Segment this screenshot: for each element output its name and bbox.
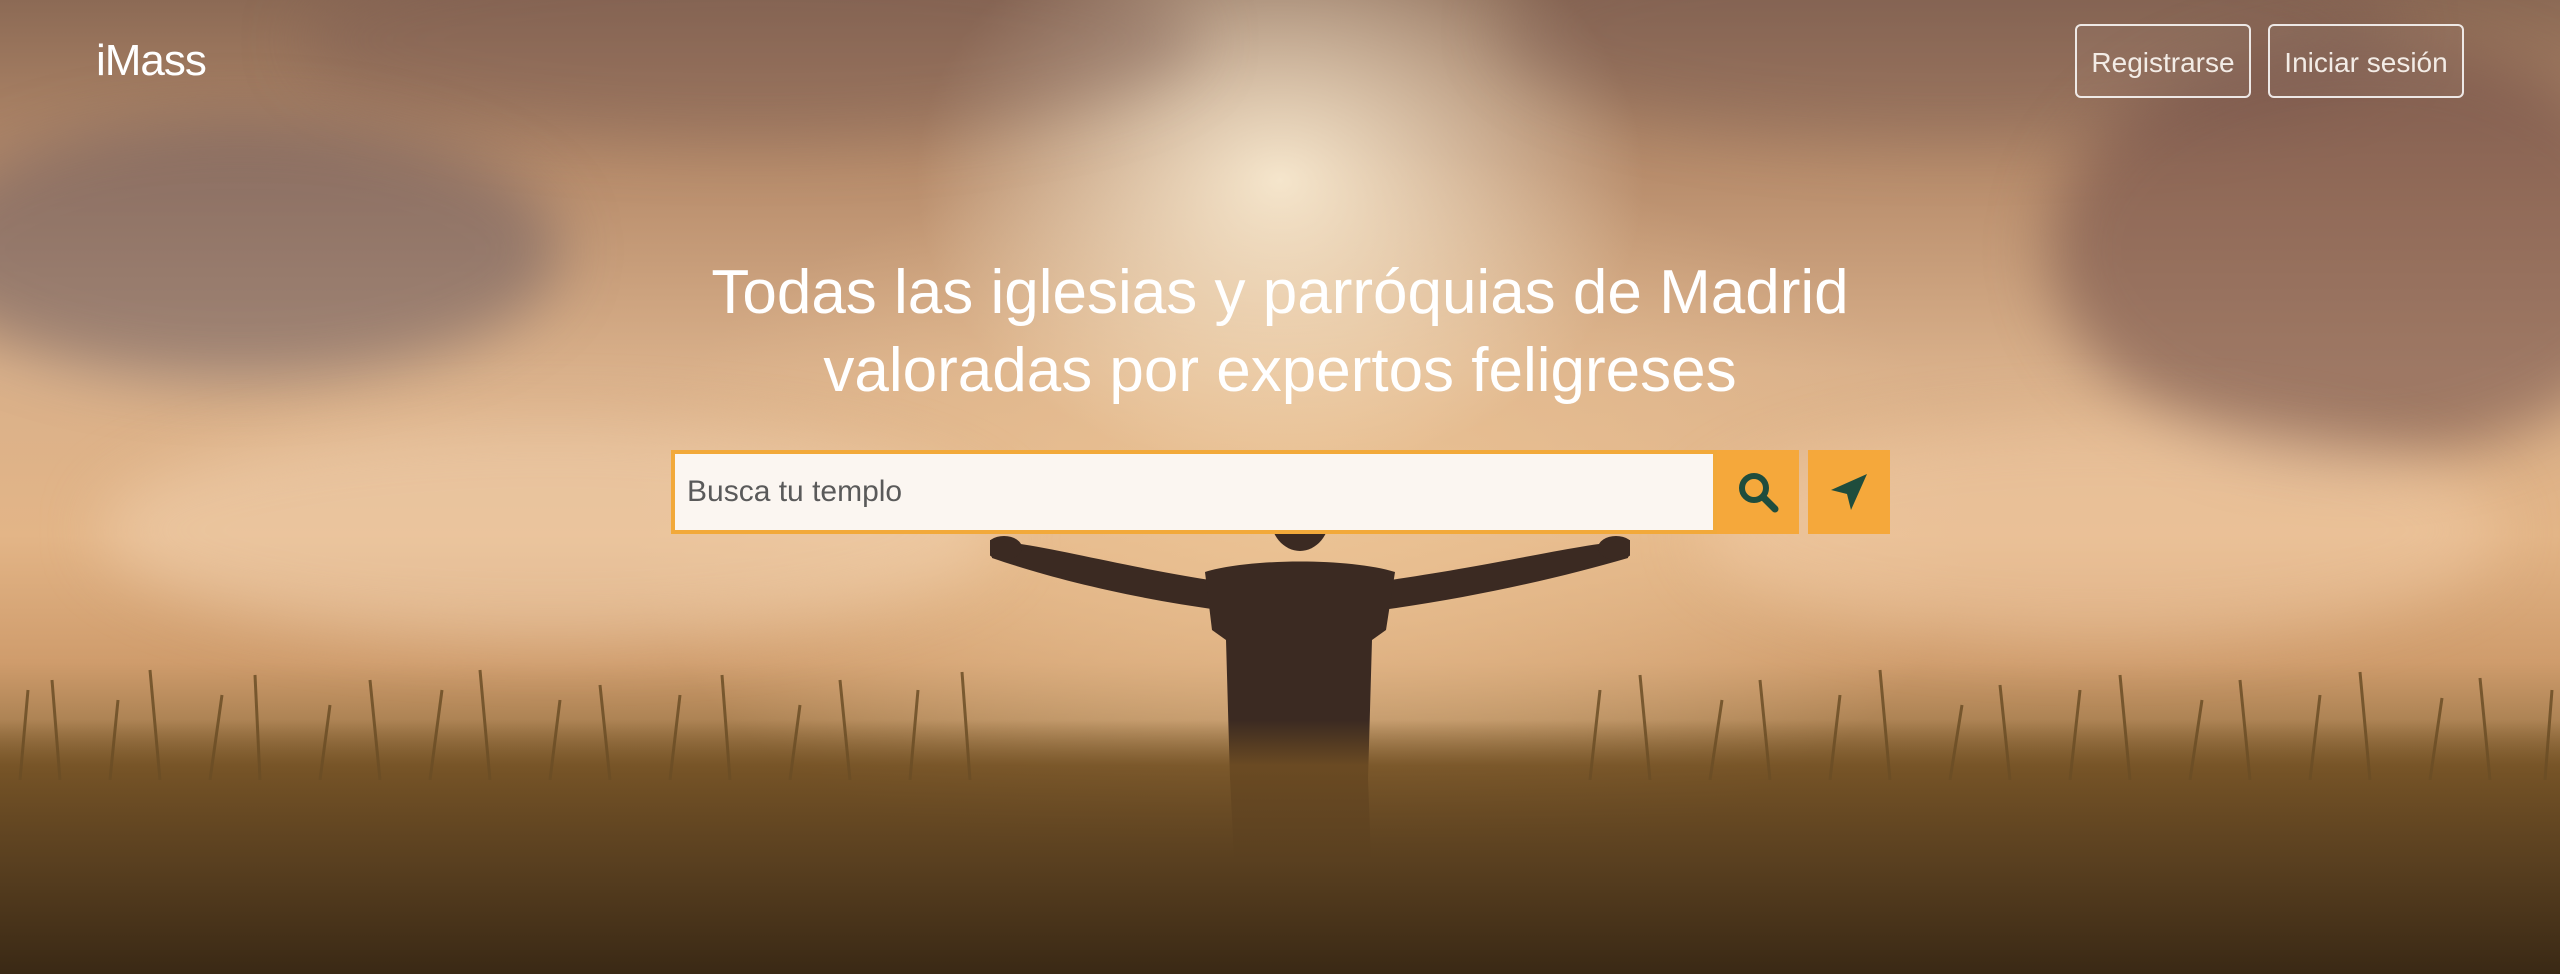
search-icon (1739, 473, 1779, 513)
hero-headline: Todas las iglesias y parróquias de Madri… (0, 254, 2560, 410)
register-button[interactable]: Registrarse (2075, 24, 2251, 98)
locate-button[interactable] (1808, 450, 1890, 534)
location-arrow-icon (1831, 474, 1867, 510)
search-button[interactable] (1717, 450, 1799, 534)
login-button[interactable]: Iniciar sesión (2268, 24, 2464, 98)
headline-line-1: Todas las iglesias y parróquias de Madri… (711, 258, 1849, 327)
grass-blades (18, 669, 2554, 780)
grass-field (0, 669, 2560, 974)
search-input[interactable] (671, 450, 1717, 534)
headline-line-2: valoradas por expertos feligreses (823, 336, 1737, 405)
logo[interactable]: iMass (96, 36, 207, 86)
cloud (300, 0, 1200, 140)
hero-background: iMass Registrarse Iniciar sesión Todas l… (0, 0, 2560, 974)
